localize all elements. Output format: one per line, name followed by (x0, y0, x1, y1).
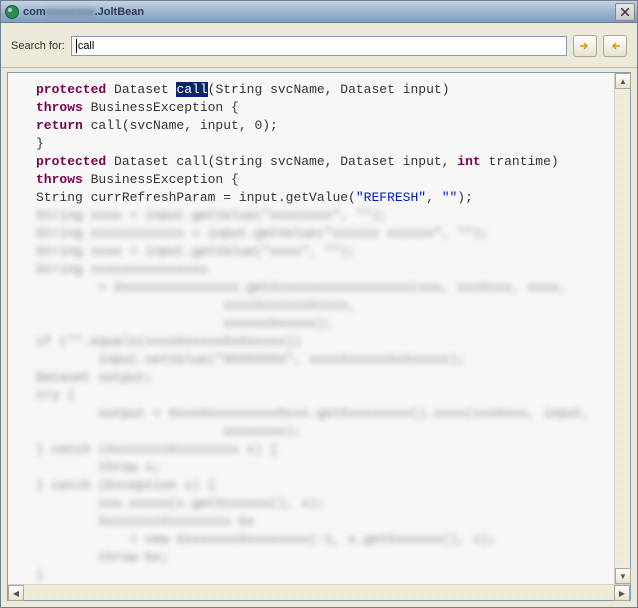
code-line: return call(svcName, input, 0); (36, 117, 622, 135)
code-line: throw x; (36, 459, 622, 477)
search-input[interactable] (78, 40, 562, 52)
code-line: } catch (XxxxxxxxXxxxxxxxx x) { (36, 441, 622, 459)
code-line: String xxxx = input.getValue("xxxx", "")… (36, 243, 622, 261)
code-editor[interactable]: protected Dataset call(String svcName, D… (8, 73, 630, 600)
find-prev-button[interactable] (603, 35, 627, 57)
code-line: input.setValue("XXXXXXXX", xxxxXxxxxxXxX… (36, 351, 622, 369)
code-line: throws BusinessException { (36, 171, 622, 189)
arrow-right-icon (579, 41, 591, 51)
title-suffix: JoltBean (98, 6, 144, 18)
app-icon (5, 5, 19, 19)
code-line: XxxxxxxxXxxxxxxxx bx (36, 513, 622, 531)
find-next-button[interactable] (573, 35, 597, 57)
scroll-up-button[interactable]: ▲ (615, 73, 631, 89)
titlebar: comxxxxxxxx.JoltBean (1, 1, 637, 23)
code-line: String xxxxxxxxxxxx = input.getValue("xx… (36, 225, 622, 243)
code-line: protected Dataset call(String svcName, D… (36, 81, 622, 99)
code-line: String xxxx = input.getValue("xxxxxxxx",… (36, 207, 622, 225)
code-line: output = XxxxXxxxxxxxxxXxxx.getXxxxxxxxx… (36, 405, 622, 423)
code-line: } catch (Exception x) { (36, 477, 622, 495)
text-cursor (76, 39, 77, 53)
close-button[interactable] (615, 3, 635, 21)
code-line: xxxxxxXxxxxx); (36, 315, 622, 333)
horizontal-scrollbar[interactable]: ◀ ▶ (8, 584, 630, 600)
code-line: if ("".equals(xxxxXxxxxxXxXxxxxx)) (36, 333, 622, 351)
code-line: xxxxxxxx); (36, 423, 622, 441)
scroll-down-button[interactable]: ▼ (615, 568, 631, 584)
scroll-left-button[interactable]: ◀ (8, 585, 24, 601)
search-toolbar: Search for: (1, 23, 637, 68)
code-line: throw bx; (36, 549, 622, 567)
search-box[interactable] (71, 36, 567, 56)
window-title: comxxxxxxxx.JoltBean (23, 6, 615, 18)
code-line: String xxxxxxxxxxxxxxx (36, 261, 622, 279)
code-line: } (36, 135, 622, 153)
code-line: try { (36, 387, 622, 405)
scroll-right-button[interactable]: ▶ (614, 585, 630, 601)
code-line: xxx.xxxxx(x.getXxxxxxx(), x); (36, 495, 622, 513)
editor-panel: protected Dataset call(String svcName, D… (7, 72, 631, 601)
title-blurred: xxxxxxxx (46, 6, 95, 18)
search-label: Search for: (11, 40, 65, 52)
code-line: xxxxXxxxxxxXxxxx, (36, 297, 622, 315)
arrow-left-icon (609, 41, 621, 51)
code-line: = Xxxxxxxxxxxxxxxx.getXxxxxxxxxxxxxxxxxx… (36, 279, 622, 297)
code-line: = new XxxxxxxxXxxxxxxxx(-1, x.getXxxxxxx… (36, 531, 622, 549)
close-icon (621, 8, 629, 16)
vertical-scrollbar[interactable]: ▲ ▼ (614, 73, 630, 584)
code-line: } (36, 567, 622, 585)
code-line: protected Dataset call(String svcName, D… (36, 153, 622, 171)
code-line: throws BusinessException { (36, 99, 622, 117)
code-line: Dataset output; (36, 369, 622, 387)
scroll-v-track[interactable] (615, 89, 630, 568)
dialog-window: comxxxxxxxx.JoltBean Search for: protect… (0, 0, 638, 608)
title-prefix: com (23, 6, 46, 18)
scroll-h-track[interactable] (24, 585, 614, 600)
code-line: String currRefreshParam = input.getValue… (36, 189, 622, 207)
